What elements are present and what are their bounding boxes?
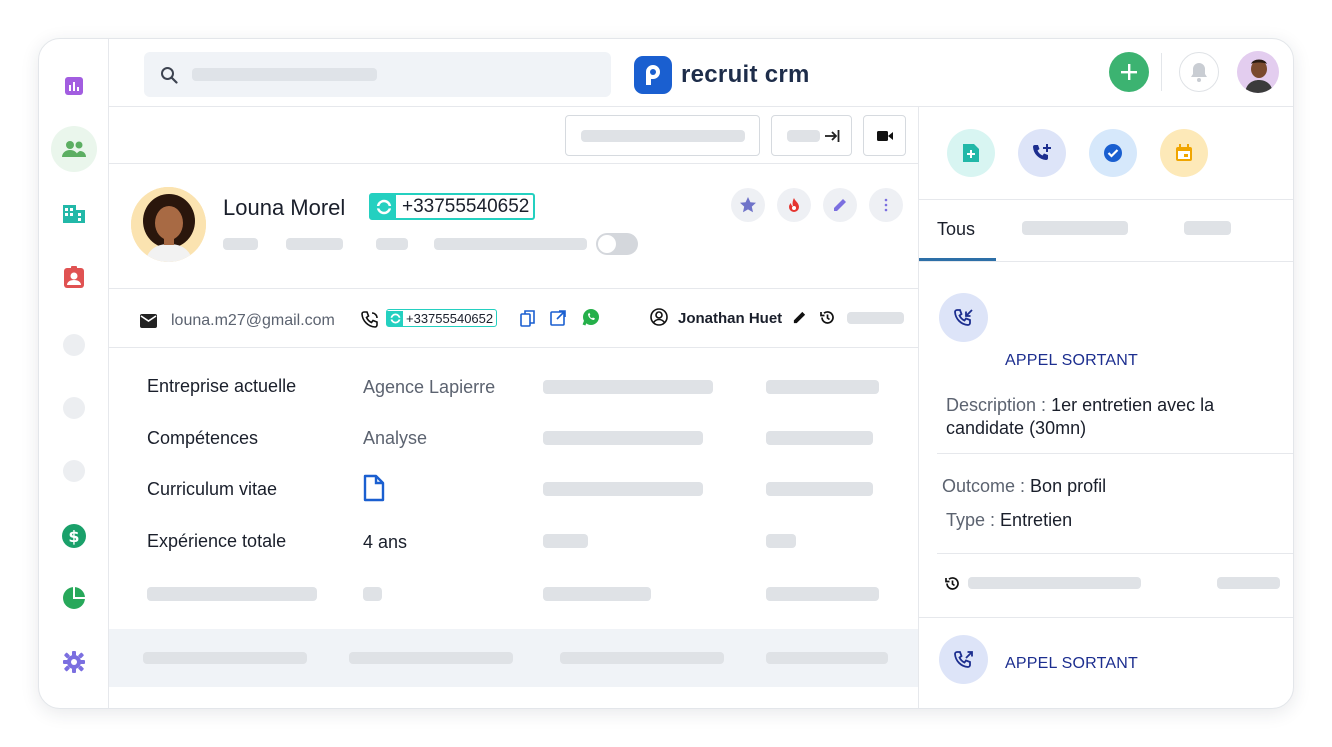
user-circle-icon [650, 308, 668, 326]
bar-chart-icon [65, 77, 83, 95]
add-note-button[interactable] [947, 129, 995, 177]
brand-logo: recruit crm [634, 56, 810, 94]
field-label-experience: Expérience totale [147, 531, 287, 551]
add-button[interactable] [1109, 52, 1149, 92]
building-icon [63, 205, 85, 223]
app-window: $ recruit crm Louna Morel +33755540652 l… [38, 38, 1294, 709]
phone-add-icon [1033, 144, 1051, 160]
tab-placeholder[interactable] [1184, 221, 1231, 235]
candidate-photo [131, 187, 206, 262]
gear-icon [63, 651, 85, 673]
activity-description: Description : 1er entretien avec la cand… [946, 395, 1215, 438]
field-value-experience[interactable]: 4 ans [363, 532, 407, 553]
flame-icon [789, 198, 799, 212]
outgoing-call-icon [953, 308, 973, 326]
recruit-crm-logo-icon [634, 56, 672, 94]
pencil-icon[interactable] [792, 310, 807, 325]
activity-type: Type : Entretien [946, 510, 1073, 530]
dollar-icon: $ [62, 524, 86, 548]
edit-candidate-button[interactable] [823, 188, 857, 222]
sidebar-item-settings[interactable] [51, 639, 97, 685]
more-options-button[interactable] [869, 188, 903, 222]
id-badge-icon [64, 266, 84, 288]
calendar-icon [1176, 144, 1192, 161]
sidebar-item-deals[interactable]: $ [51, 513, 97, 559]
phone-call-icon [361, 311, 378, 328]
call-sync-icon [371, 195, 396, 218]
activity-type-icon [939, 635, 988, 684]
field-label-company: Entreprise actuelle [147, 376, 297, 396]
search-placeholder [192, 68, 377, 81]
video-call-button[interactable] [863, 115, 906, 156]
activity-title: APPEL SORTANT [1005, 352, 1139, 369]
table-footer-band [109, 629, 918, 687]
notifications-button[interactable] [1179, 52, 1219, 92]
bell-icon [1191, 63, 1207, 82]
sidebar-item-companies[interactable] [51, 190, 97, 236]
toolbar-export-button[interactable] [771, 115, 852, 156]
sidebar-placeholder[interactable] [63, 397, 85, 419]
kebab-menu-icon [884, 198, 888, 212]
candidate-phone: +33755540652 [402, 195, 530, 217]
field-value-skills[interactable]: Analyse [363, 428, 427, 449]
hot-button[interactable] [777, 188, 811, 222]
sidebar-placeholder[interactable] [63, 334, 85, 356]
outgoing-call-icon [953, 650, 973, 668]
field-label-skills: Compétences [147, 428, 259, 448]
video-camera-icon [877, 131, 893, 141]
sidebar-placeholder[interactable] [63, 460, 85, 482]
pencil-icon [834, 199, 846, 211]
owner-name: Jonathan Huet [678, 310, 783, 327]
avatar-icon [1237, 51, 1279, 93]
star-button[interactable] [731, 188, 765, 222]
add-task-button[interactable] [1089, 129, 1137, 177]
pie-chart-icon [63, 587, 85, 609]
candidate-name: Louna Morel [223, 195, 346, 220]
status-toggle[interactable] [596, 233, 638, 255]
candidate-avatar-icon [131, 187, 206, 262]
user-avatar[interactable] [1237, 51, 1279, 93]
activity-outcome: Outcome : Bon profil [942, 476, 1107, 496]
log-call-button[interactable] [1018, 129, 1066, 177]
candidate-phone-small: +33755540652 [406, 310, 494, 326]
sidebar: $ [39, 39, 109, 708]
schedule-meeting-button[interactable] [1160, 129, 1208, 177]
brand-name: recruit crm [681, 61, 810, 88]
toolbar-dropdown[interactable] [565, 115, 760, 156]
check-circle-icon [1104, 144, 1122, 162]
whatsapp-icon[interactable] [582, 308, 600, 326]
field-value-company[interactable]: Agence Lapierre [363, 377, 495, 398]
divider [1161, 53, 1162, 91]
tab-placeholder[interactable] [1022, 221, 1128, 235]
activity-panel: Tous APPEL SORTANT Description : 1er ent… [919, 107, 1293, 708]
svg-text:$: $ [68, 527, 79, 546]
sidebar-item-analytics[interactable] [51, 575, 97, 621]
note-add-icon [963, 144, 979, 162]
search-icon [161, 67, 178, 84]
tab-all[interactable]: Tous [937, 219, 975, 240]
star-icon [740, 197, 756, 213]
document-icon[interactable] [363, 474, 385, 502]
call-sync-icon [387, 310, 403, 326]
plus-icon [1121, 64, 1137, 80]
sidebar-item-contacts[interactable] [51, 254, 97, 300]
search-input[interactable] [144, 52, 611, 97]
arrow-right-bar-icon [825, 130, 840, 142]
candidate-phone-small-badge[interactable]: +33755540652 [386, 309, 498, 327]
top-bar: recruit crm [109, 39, 1293, 107]
external-link-icon[interactable] [550, 310, 566, 326]
activity-title: APPEL SORTANT [1005, 655, 1139, 672]
email-icon [140, 314, 157, 328]
candidate-panel: Louna Morel +33755540652 louna.m27@gmail… [109, 107, 919, 708]
copy-icon[interactable] [520, 310, 535, 327]
activity-type-icon [939, 293, 988, 342]
sidebar-item-reports[interactable] [51, 63, 97, 109]
field-label-cv: Curriculum vitae [147, 479, 278, 499]
sidebar-item-candidates[interactable] [51, 126, 97, 172]
candidate-email[interactable]: louna.m27@gmail.com [171, 312, 335, 330]
history-icon [945, 577, 959, 590]
history-icon[interactable] [819, 309, 836, 326]
candidate-phone-badge[interactable]: +33755540652 [369, 193, 536, 220]
people-icon [62, 141, 86, 157]
